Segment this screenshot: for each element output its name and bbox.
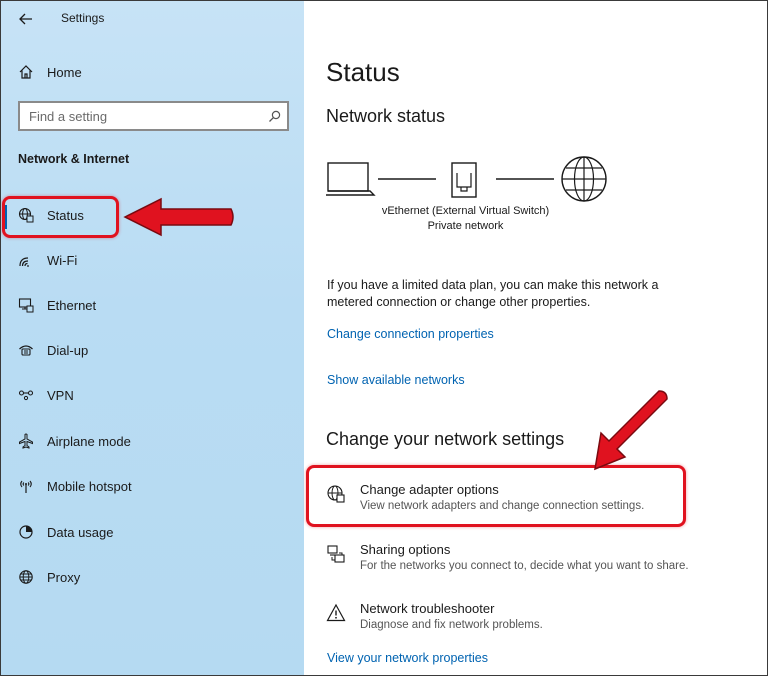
sidebar-item-label: Dial-up — [47, 342, 89, 358]
annotation-arrow-down-left-icon — [594, 390, 668, 471]
status-annotation-box — [2, 196, 119, 238]
change-settings-heading: Change your network settings — [326, 429, 565, 449]
search-box[interactable] — [18, 101, 289, 131]
sharing-options[interactable]: Sharing options For the networks you con… — [326, 542, 746, 586]
back-arrow-icon — [19, 13, 32, 25]
adapter-name: vEthernet (External Virtual Switch) — [381, 205, 550, 217]
back-button[interactable] — [13, 7, 39, 31]
search-icon[interactable] — [261, 110, 287, 123]
sidebar-item-wifi[interactable]: Wi-Fi — [15, 245, 285, 275]
sidebar-item-data-usage[interactable]: Data usage — [15, 517, 285, 547]
sidebar-item-label: Proxy — [47, 569, 81, 585]
internet-globe-icon — [561, 156, 607, 202]
globe-icon — [15, 569, 37, 585]
info-text: If you have a limited data plan, you can… — [327, 278, 659, 309]
sidebar-item-label: Data usage — [47, 524, 114, 540]
ethernet-icon — [15, 297, 37, 313]
option-title: Sharing options — [360, 542, 451, 557]
sidebar-item-label: VPN — [47, 387, 74, 403]
sidebar-item-label: Airplane mode — [47, 433, 131, 449]
sidebar-item-dialup[interactable]: Dial-up — [15, 335, 285, 365]
search-input[interactable] — [20, 103, 261, 129]
network-type: Private network — [427, 220, 504, 232]
sidebar-item-label: Mobile hotspot — [47, 478, 132, 494]
view-network-properties-link[interactable]: View your network properties — [327, 651, 488, 665]
sidebar-item-label: Ethernet — [47, 297, 97, 313]
settings-window: Settings Home Network & Internet Status — [0, 0, 768, 676]
network-status-heading: Network status — [326, 106, 446, 126]
sidebar-item-proxy[interactable]: Proxy — [15, 562, 285, 592]
option-description: For the networks you connect to, decide … — [360, 560, 689, 572]
dialup-icon — [15, 342, 37, 358]
data-usage-icon — [15, 524, 37, 540]
wifi-icon — [15, 252, 37, 268]
sidebar-item-label: Wi-Fi — [47, 252, 78, 268]
home-label: Home — [47, 64, 82, 80]
home-nav-item[interactable]: Home — [15, 59, 285, 85]
sidebar-item-vpn[interactable]: VPN — [15, 380, 285, 410]
title-bar: Settings — [1, 1, 304, 37]
home-icon — [15, 64, 37, 80]
sidebar-item-airplane[interactable]: Airplane mode — [15, 426, 285, 456]
vpn-icon — [15, 387, 37, 403]
main-content: Status Network status vEthernet (Externa… — [304, 1, 767, 675]
sidebar-item-ethernet[interactable]: Ethernet — [15, 290, 285, 320]
hotspot-icon — [15, 478, 37, 494]
warning-icon — [326, 601, 356, 645]
option-description: Diagnose and fix network problems. — [360, 619, 543, 631]
section-heading: Network & Internet — [18, 152, 130, 166]
sidebar: Settings Home Network & Internet Status — [1, 1, 304, 675]
ethernet-port-icon — [451, 162, 477, 198]
sidebar-item-mobile-hotspot[interactable]: Mobile hotspot — [15, 471, 285, 501]
sharing-icon — [326, 542, 356, 586]
annotation-arrow-left-icon — [123, 197, 234, 237]
network-troubleshooter[interactable]: Network troubleshooter Diagnose and fix … — [326, 601, 746, 645]
app-title: Settings — [61, 11, 105, 25]
change-connection-properties-link[interactable]: Change connection properties — [327, 327, 494, 341]
airplane-icon — [15, 433, 37, 449]
page-title: Status — [326, 57, 400, 87]
option-title: Network troubleshooter — [360, 601, 495, 616]
show-available-networks-link[interactable]: Show available networks — [327, 373, 465, 387]
computer-icon — [326, 162, 376, 196]
